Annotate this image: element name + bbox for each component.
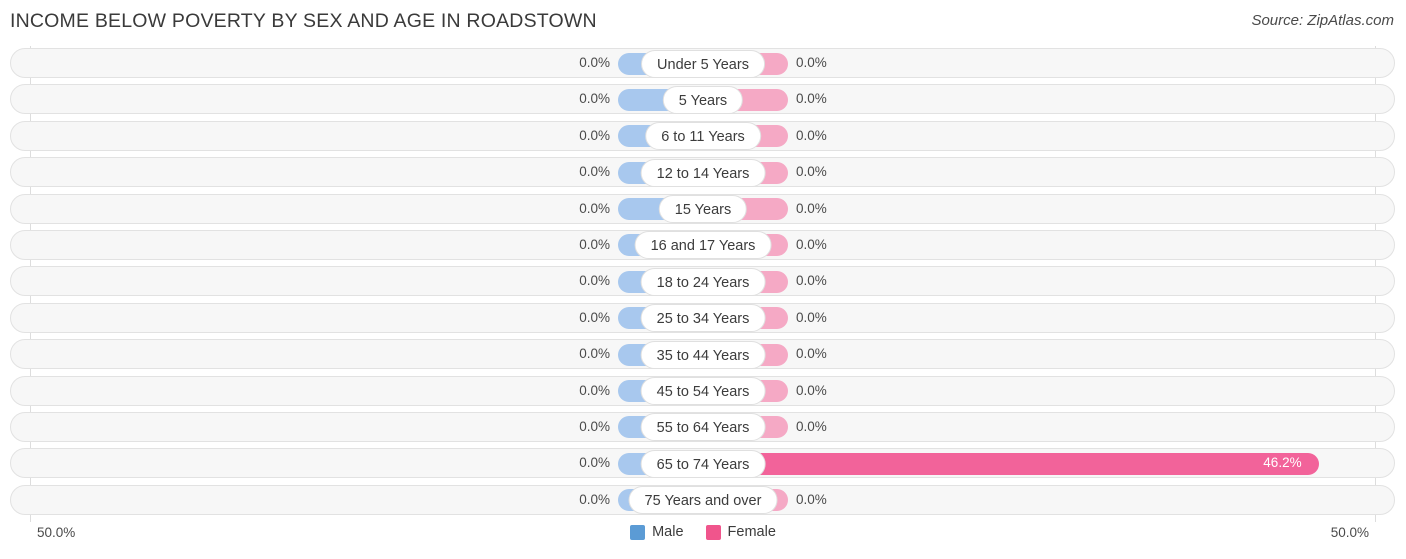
value-label-male: 0.0%: [579, 273, 610, 289]
legend-label: Female: [727, 524, 776, 540]
category-label[interactable]: 75 Years and over: [628, 486, 778, 515]
value-label-male: 0.0%: [579, 309, 610, 325]
category-label[interactable]: 5 Years: [662, 85, 744, 114]
chart-row: 0.0% 0.0% 55 to 64 Years: [0, 410, 1406, 446]
value-label-male: 0.0%: [579, 127, 610, 143]
value-label-male: 0.0%: [579, 164, 610, 180]
category-label[interactable]: 25 to 34 Years: [640, 304, 766, 333]
chart-row: 0.0% 0.0% 12 to 14 Years: [0, 155, 1406, 191]
page-title: INCOME BELOW POVERTY BY SEX AND AGE IN R…: [10, 10, 597, 32]
chart-row: 0.0% 0.0% 16 and 17 Years: [0, 228, 1406, 264]
category-label[interactable]: 35 to 44 Years: [640, 340, 766, 369]
category-label[interactable]: 45 to 54 Years: [640, 377, 766, 406]
value-label-female: 0.0%: [796, 382, 827, 398]
value-label-male: 0.0%: [579, 418, 610, 434]
chart-row: 0.0% 0.0% 75 Years and over: [0, 483, 1406, 519]
category-label[interactable]: Under 5 Years: [641, 49, 765, 78]
value-label-female: 0.0%: [796, 127, 827, 143]
value-label-male: 0.0%: [579, 346, 610, 362]
legend-item[interactable]: Male: [630, 524, 684, 540]
value-label-female: 0.0%: [796, 236, 827, 252]
value-label-male: 0.0%: [579, 455, 610, 471]
chart-row: 0.0% 46.2% 65 to 74 Years: [0, 446, 1406, 482]
value-label-female: 0.0%: [796, 200, 827, 216]
category-label[interactable]: 6 to 11 Years: [645, 122, 761, 151]
value-label-female: 0.0%: [796, 55, 827, 70]
chart-plot-area: 0.0% 0.0% Under 5 Years 0.0% 0.0% 5 Years 0.0%…: [0, 46, 1406, 522]
value-label-female: 0.0%: [796, 346, 827, 362]
value-label-male: 0.0%: [579, 55, 610, 70]
chart-row: 0.0% 0.0% 15 Years: [0, 192, 1406, 228]
category-label[interactable]: 18 to 24 Years: [640, 267, 766, 296]
category-label[interactable]: 16 and 17 Years: [634, 231, 772, 260]
category-label[interactable]: 15 Years: [658, 195, 748, 224]
chart-row: 0.0% 0.0% 6 to 11 Years: [0, 119, 1406, 155]
chart-header: INCOME BELOW POVERTY BY SEX AND AGE IN R…: [0, 0, 1406, 46]
value-label-female: 0.0%: [796, 91, 827, 107]
category-label[interactable]: 65 to 74 Years: [640, 449, 766, 478]
category-label[interactable]: 55 to 64 Years: [640, 413, 766, 442]
chart-legend: Male Female: [0, 524, 1406, 540]
legend-label: Male: [652, 524, 684, 540]
chart-row: 0.0% 0.0% 25 to 34 Years: [0, 301, 1406, 337]
value-label-male: 0.0%: [579, 491, 610, 507]
chart-row: 0.0% 0.0% 5 Years: [0, 82, 1406, 118]
bar-female[interactable]: [703, 452, 1320, 475]
value-label-female: 46.2%: [1263, 455, 1302, 471]
value-label-male: 0.0%: [579, 236, 610, 252]
legend-swatch-female: [705, 524, 721, 540]
legend-item[interactable]: Female: [705, 524, 776, 540]
chart-row: 0.0% 0.0% Under 5 Years: [0, 46, 1406, 82]
value-label-female: 0.0%: [796, 491, 827, 507]
chart-row: 0.0% 0.0% 35 to 44 Years: [0, 337, 1406, 373]
value-label-male: 0.0%: [579, 382, 610, 398]
category-label[interactable]: 12 to 14 Years: [640, 158, 766, 187]
source-attribution: Source: ZipAtlas.com: [1251, 12, 1394, 29]
value-label-male: 0.0%: [579, 91, 610, 107]
legend-swatch-male: [630, 524, 646, 540]
chart-row: 0.0% 0.0% 45 to 54 Years: [0, 374, 1406, 410]
value-label-female: 0.0%: [796, 164, 827, 180]
chart-footer: 50.0% 50.0% Male Female: [0, 519, 1406, 559]
value-label-female: 0.0%: [796, 273, 827, 289]
chart-rows: 0.0% 0.0% Under 5 Years 0.0% 0.0% 5 Years 0.0%…: [0, 46, 1406, 519]
value-label-female: 0.0%: [796, 418, 827, 434]
value-label-male: 0.0%: [579, 200, 610, 216]
chart-row: 0.0% 0.0% 18 to 24 Years: [0, 264, 1406, 300]
value-label-female: 0.0%: [796, 309, 827, 325]
